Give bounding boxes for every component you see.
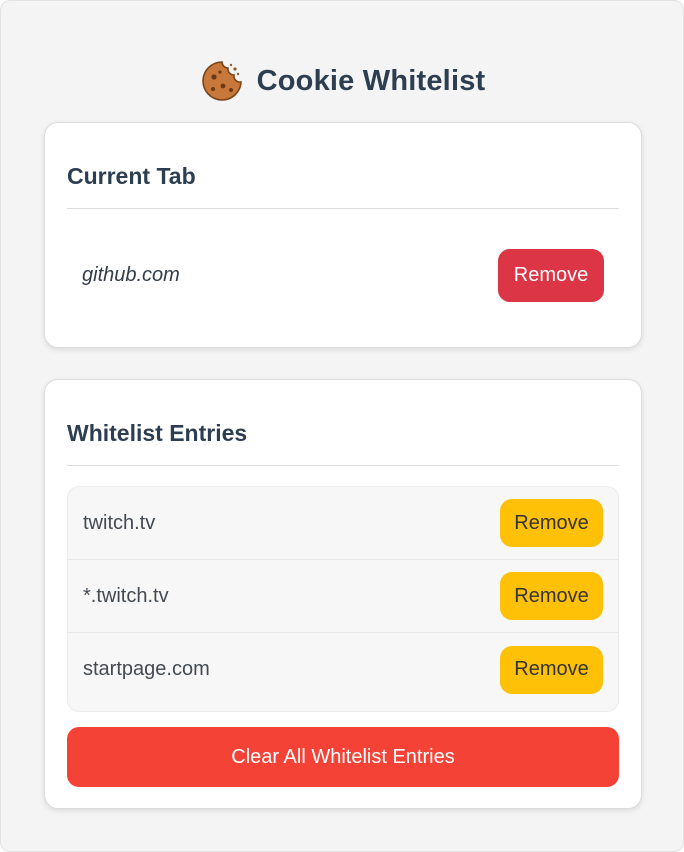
divider [67,465,619,466]
entry-domain: startpage.com [83,658,210,680]
list-item: twitch.tv Remove [68,487,618,560]
list-item: startpage.com Remove [68,633,618,706]
header: Cookie Whitelist [1,59,684,103]
current-tab-card: Current Tab github.com Remove [44,122,642,348]
remove-entry-button[interactable]: Remove [500,499,603,547]
entry-domain: twitch.tv [83,511,156,534]
cookie-icon [201,60,243,102]
remove-entry-button[interactable]: Remove [500,645,603,694]
remove-entry-button[interactable]: Remove [500,572,603,620]
whitelist-card: Whitelist Entries twitch.tv Remove *.twi… [44,379,642,809]
current-tab-heading: Current Tab [67,163,196,189]
entry-domain: *.twitch.tv [83,584,169,607]
list-item: *.twitch.tv Remove [68,560,618,633]
app-title: Cookie Whitelist [256,64,486,97]
popup-window: Cookie Whitelist Current Tab github.com … [0,0,684,852]
current-tab-row: github.com Remove [67,239,619,311]
current-tab-domain: github.com [82,263,180,286]
whitelist-heading: Whitelist Entries [67,420,248,446]
clear-all-button[interactable]: Clear All Whitelist Entries [67,727,619,787]
whitelist-entries-list: twitch.tv Remove *.twitch.tv Remove star… [67,486,619,712]
remove-current-tab-button[interactable]: Remove [498,248,604,302]
divider [67,208,619,209]
